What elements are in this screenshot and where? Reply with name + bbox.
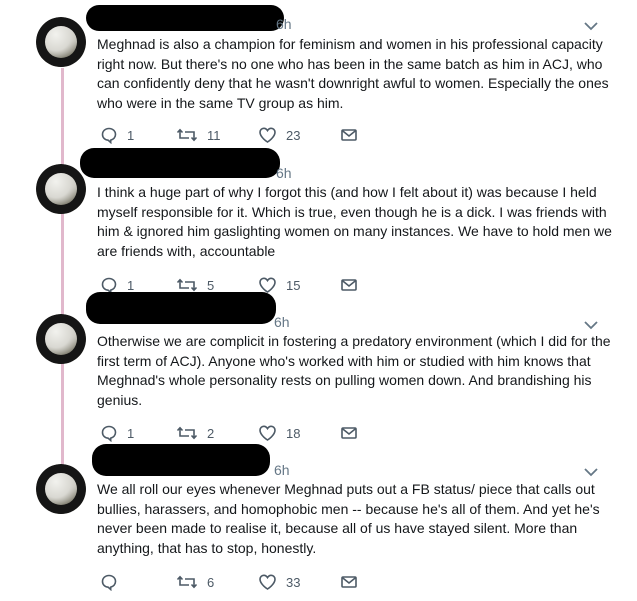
avatar[interactable]	[36, 164, 86, 214]
reply-count: 1	[127, 127, 135, 143]
reply-count: 1	[127, 277, 135, 293]
reply-icon	[101, 127, 117, 144]
timestamp[interactable]: 6h	[276, 16, 292, 32]
message-button[interactable]	[340, 125, 358, 145]
reply-icon	[101, 425, 117, 442]
reply-icon	[101, 574, 117, 591]
chevron-down-icon[interactable]	[583, 20, 599, 32]
like-count: 15	[286, 277, 301, 293]
tweet[interactable]: 6h We all roll our eyes whenever Meghnad…	[0, 444, 637, 601]
tweet-text: We all roll our eyes whenever Meghnad pu…	[97, 481, 600, 556]
retweet-count: 11	[207, 127, 221, 143]
tweet[interactable]: 6h I think a huge part of why I forgot t…	[0, 148, 637, 300]
chevron-down-icon[interactable]	[583, 466, 599, 478]
tweet-text: I think a huge part of why I forgot this…	[97, 184, 612, 259]
timestamp[interactable]: 6h	[276, 165, 292, 181]
message-button[interactable]	[340, 423, 358, 443]
tweet[interactable]: 6h Otherwise we are complicit in fosteri…	[0, 292, 637, 450]
heart-icon	[259, 127, 276, 143]
envelope-icon	[341, 576, 357, 588]
retweet-button[interactable]: 11	[176, 125, 221, 145]
avatar[interactable]	[36, 314, 86, 364]
timestamp[interactable]: 6h	[274, 462, 290, 478]
chevron-down-icon[interactable]	[583, 319, 599, 331]
retweet-count: 2	[207, 425, 215, 441]
like-count: 33	[286, 574, 301, 590]
message-button[interactable]	[340, 572, 358, 592]
tweet[interactable]: 6h Meghnad is also a champion for femini…	[0, 0, 637, 150]
retweet-count: 6	[207, 574, 215, 590]
reply-button[interactable]: 1	[100, 423, 134, 443]
redacted-name	[86, 292, 276, 324]
retweet-icon	[176, 128, 198, 142]
reply-button[interactable]: 1	[100, 125, 134, 145]
retweet-button[interactable]: 6	[176, 572, 214, 592]
heart-icon	[259, 574, 276, 590]
message-button[interactable]	[340, 275, 358, 295]
timestamp[interactable]: 6h	[274, 314, 290, 330]
retweet-icon	[176, 426, 198, 440]
reply-button[interactable]	[100, 572, 127, 592]
avatar[interactable]	[36, 464, 86, 514]
like-button[interactable]: 33	[258, 572, 300, 592]
redacted-name	[92, 444, 270, 476]
retweet-button[interactable]: 2	[176, 423, 214, 443]
envelope-icon	[341, 427, 357, 439]
reply-count: 1	[127, 425, 135, 441]
envelope-icon	[341, 129, 357, 141]
like-button[interactable]: 23	[258, 125, 300, 145]
like-count: 18	[286, 425, 301, 441]
tweet-text: Otherwise we are complicit in fostering …	[97, 333, 611, 408]
like-button[interactable]: 18	[258, 423, 300, 443]
avatar[interactable]	[36, 17, 86, 67]
retweet-icon	[176, 575, 198, 589]
like-count: 23	[286, 127, 301, 143]
redacted-name	[80, 148, 280, 178]
retweet-count: 5	[207, 277, 215, 293]
tweet-text: Meghnad is also a champion for feminism …	[97, 36, 609, 111]
envelope-icon	[341, 279, 357, 291]
redacted-name	[86, 5, 284, 31]
heart-icon	[259, 425, 276, 441]
